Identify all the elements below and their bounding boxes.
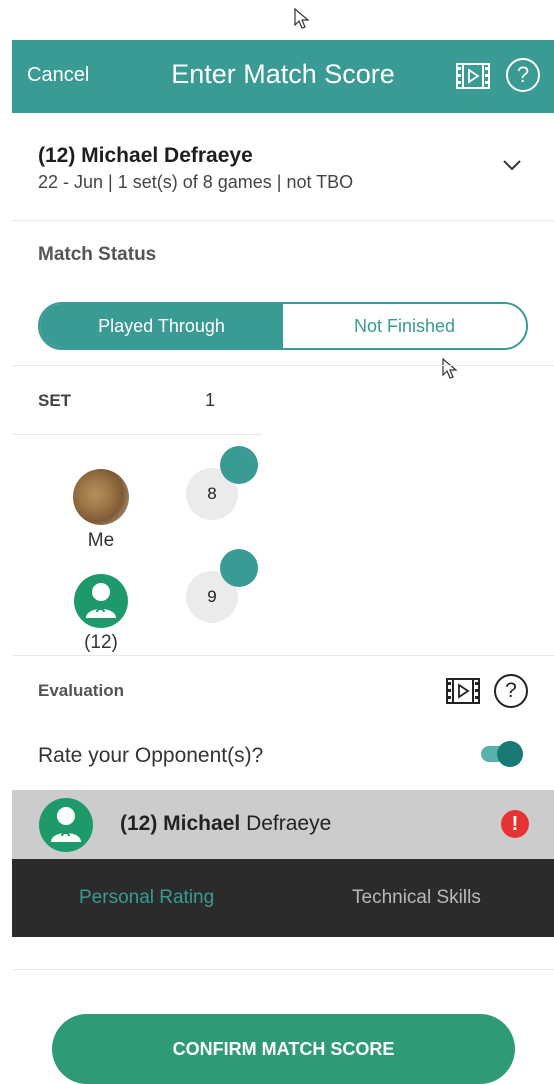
not-finished-option[interactable]: Not Finished bbox=[283, 304, 526, 348]
match-details: 22 - Jun | 1 set(s) of 8 games | not TBO bbox=[38, 172, 354, 192]
rate-opponent-toggle[interactable] bbox=[481, 741, 523, 767]
match-status-toggle: Played Through Not Finished bbox=[38, 302, 528, 350]
film-icon[interactable] bbox=[445, 675, 481, 707]
chevron-down-icon[interactable] bbox=[502, 158, 522, 172]
player-opponent-label: (12) bbox=[84, 632, 118, 653]
player-me-label: Me bbox=[87, 530, 115, 551]
rate-opponent-label: Rate your Opponent(s)? bbox=[38, 744, 264, 767]
mouse-cursor-icon bbox=[294, 8, 310, 29]
divider bbox=[12, 434, 262, 435]
film-icon[interactable] bbox=[455, 58, 491, 94]
tab-personal-rating[interactable]: Personal Rating bbox=[79, 887, 214, 909]
opponent-avatar bbox=[39, 798, 93, 852]
help-icon[interactable]: ? bbox=[506, 58, 540, 92]
score-edit-indicator[interactable] bbox=[220, 549, 258, 587]
alert-icon[interactable]: ! bbox=[501, 810, 529, 838]
match-status-label: Match Status bbox=[38, 244, 157, 265]
set-number: 1 bbox=[205, 390, 216, 410]
match-title[interactable]: (12) Michael Defraeye bbox=[38, 144, 253, 168]
person-icon bbox=[86, 583, 116, 618]
app-header: Cancel Enter Match Score ? bbox=[12, 40, 554, 113]
evaluation-label: Evaluation bbox=[38, 681, 124, 700]
tab-technical-skills[interactable]: Technical Skills bbox=[352, 887, 481, 909]
opponent-avatar bbox=[74, 574, 128, 628]
help-icon[interactable]: ? bbox=[494, 674, 528, 708]
opponent-name: (12) Michael Defraeye bbox=[120, 812, 332, 835]
my-avatar bbox=[73, 469, 129, 525]
mouse-cursor-icon bbox=[442, 358, 458, 379]
played-through-option[interactable]: Played Through bbox=[40, 304, 283, 348]
divider bbox=[12, 220, 554, 221]
person-icon bbox=[51, 807, 81, 842]
confirm-match-score-button[interactable]: CONFIRM MATCH SCORE bbox=[52, 1014, 515, 1084]
divider bbox=[12, 969, 554, 970]
set-header: SET bbox=[38, 391, 72, 410]
divider bbox=[12, 655, 554, 656]
divider bbox=[12, 365, 554, 366]
score-edit-indicator[interactable] bbox=[220, 446, 258, 484]
